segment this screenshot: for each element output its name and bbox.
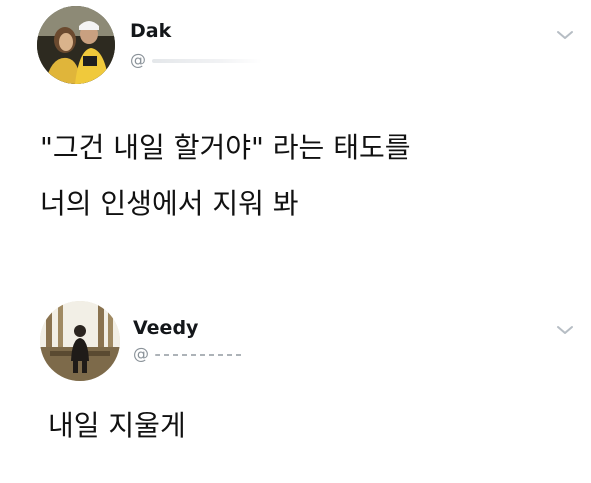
avatar-veedy-image [40,301,120,381]
chevron-down-icon[interactable] [554,28,576,42]
tweet-text-line: 내일 지울게 [48,409,186,442]
redacted-handle [152,58,262,63]
tweet-text-line: 너의 인생에서 지워 봐 [40,187,299,220]
avatar-veedy[interactable] [40,301,120,381]
tweet-card-dak: Dak @ "그건 내일 할거야" 라는 태도를 너의 인생에서 지워 봐 [0,0,591,290]
redacted-handle [155,353,245,356]
chevron-down-icon[interactable] [554,323,576,337]
user-handle: @ [133,344,245,363]
tweet-text-line: "그건 내일 할거야" 라는 태도를 [40,131,411,164]
tweet-card-veedy: Veedy @ 내일 지울게 [0,290,591,483]
tweet-text: "그건 내일 할거야" 라는 태도를 너의 인생에서 지워 봐 [40,120,410,232]
handle-text: @ [133,344,149,363]
user-handle: @ [130,50,262,69]
tweet-text: 내일 지울게 [48,398,186,454]
avatar-dak-image [37,6,115,84]
handle-text: @ [130,50,146,69]
display-name[interactable]: Veedy [133,317,198,339]
display-name[interactable]: Dak [130,20,171,42]
avatar-dak[interactable] [37,6,115,84]
